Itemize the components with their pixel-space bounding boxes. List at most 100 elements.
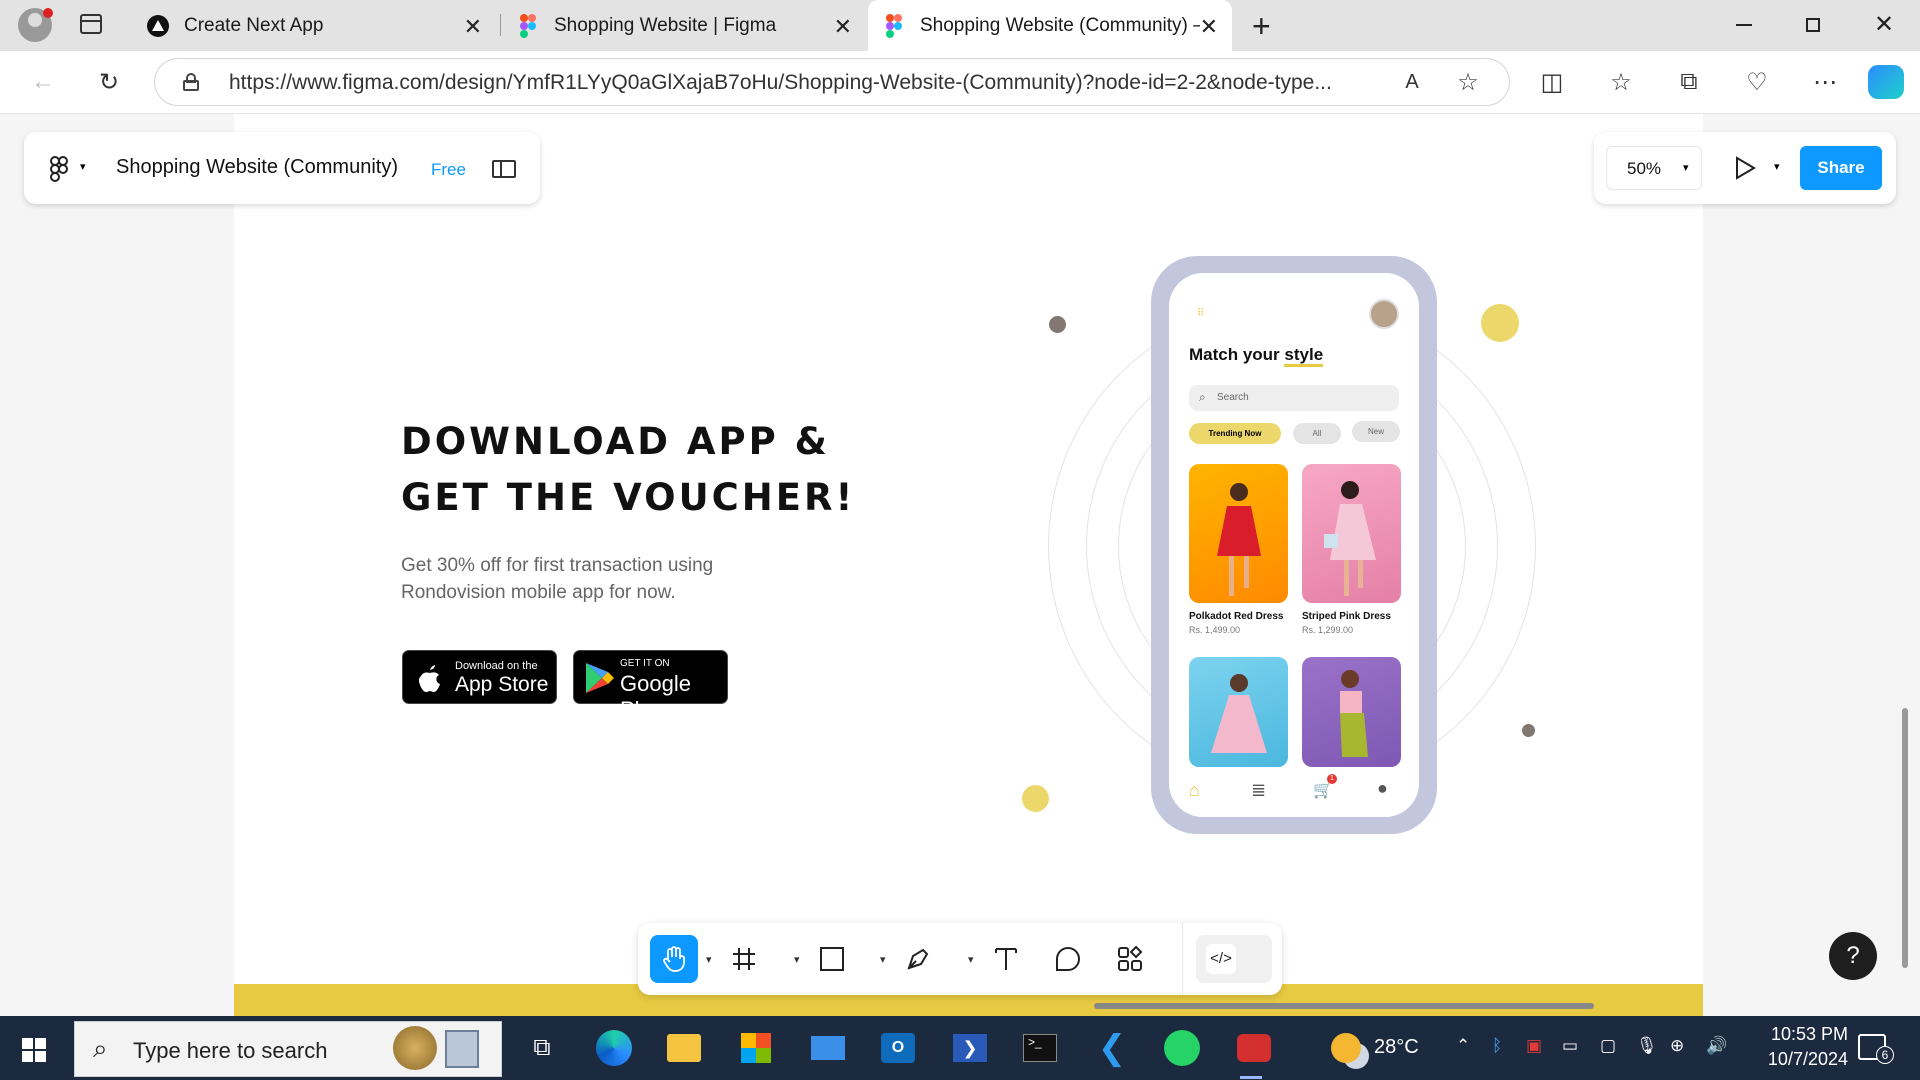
horizontal-scrollbar[interactable] (1094, 1003, 1594, 1009)
tab-title: Shopping Website | Figma (554, 14, 777, 36)
chevron-down-icon[interactable]: ▾ (794, 953, 800, 966)
notification-center-icon[interactable]: 6 (1858, 1034, 1894, 1064)
pen-tool-button[interactable] (894, 935, 942, 983)
figma-icon (516, 13, 540, 38)
product-image (1302, 464, 1401, 603)
battery-icon[interactable]: ▭ (1562, 1036, 1578, 1056)
dev-mode-toggle[interactable]: </> (1196, 935, 1272, 983)
frame-icon (733, 948, 755, 970)
pen-icon (907, 948, 929, 970)
comment-tool-button[interactable] (1044, 935, 1092, 983)
file-title[interactable]: Shopping Website (Community) (116, 156, 398, 179)
search-highlight-image (445, 1030, 479, 1068)
task-view-icon[interactable]: ⧉ (522, 1028, 562, 1068)
hand-icon (663, 946, 685, 972)
share-button[interactable]: Share (1800, 146, 1882, 190)
microphone-icon[interactable]: 🎙 (1636, 1036, 1658, 1056)
close-tab-icon[interactable]: ✕ (464, 14, 482, 40)
meet-now-icon[interactable]: ▢ (1600, 1036, 1616, 1056)
shape-tool-button[interactable] (808, 935, 856, 983)
heading-line-1: DOWNLOAD APP & (401, 420, 830, 463)
chevron-down-icon[interactable]: ▾ (880, 953, 886, 966)
file-explorer-icon[interactable] (664, 1028, 704, 1068)
bluetooth-icon[interactable]: ᛒ (1492, 1036, 1502, 1056)
text-tool-button[interactable] (982, 935, 1030, 983)
microsoft-store-icon[interactable] (736, 1028, 776, 1068)
collections-icon[interactable]: ⧉ (1672, 65, 1706, 99)
voucher-heading: DOWNLOAD APP & GET THE VOUCHER! (401, 414, 855, 526)
view-controls-panel: 50% ▾ ▾ Share (1594, 132, 1896, 204)
assets-tool-button[interactable] (1106, 935, 1154, 983)
chevron-down-icon[interactable]: ▾ (80, 160, 86, 173)
help-button[interactable]: ? (1829, 932, 1877, 980)
split-screen-icon[interactable]: ◫ (1535, 65, 1569, 99)
chevron-down-icon[interactable]: ▾ (1774, 160, 1780, 173)
screen-recorder-icon[interactable] (1234, 1028, 1274, 1068)
phone-search: ⌕ Search (1189, 385, 1399, 411)
google-play-icon (584, 661, 616, 700)
figma-toolbar: ▾ ▾ ▾ ▾ </> (638, 923, 1282, 995)
taskbar-search[interactable]: ⌕ Type here to search (74, 1021, 502, 1077)
apple-icon (415, 662, 445, 694)
lock-icon (183, 73, 199, 91)
favorites-icon[interactable]: ☆ (1604, 65, 1638, 99)
decor-dot (1522, 724, 1535, 737)
clock[interactable]: 10:53 PM 10/7/2024 (1748, 1024, 1848, 1070)
windows-start-icon[interactable] (22, 1038, 46, 1062)
refresh-icon[interactable]: ↻ (92, 65, 126, 99)
sidebar-toggle-icon[interactable] (492, 160, 516, 178)
file-header-panel: ▾ Shopping Website (Community) Free (24, 132, 540, 204)
terminal-icon[interactable]: >_ (1020, 1028, 1060, 1068)
weather-temp[interactable]: 28°C (1374, 1036, 1419, 1059)
appstore-small-text: Download on the (455, 660, 538, 672)
chevron-down-icon[interactable]: ▾ (706, 953, 712, 966)
chevron-down-icon[interactable]: ▾ (968, 953, 974, 966)
close-tab-icon[interactable]: ✕ (834, 14, 852, 40)
tab-figma-community[interactable]: Shopping Website (Community) – ✕ (868, 0, 1232, 51)
tab-create-next-app[interactable]: Create Next App ✕ (132, 0, 496, 51)
whatsapp-icon[interactable] (1162, 1028, 1202, 1068)
profile-avatar[interactable] (18, 8, 53, 42)
hand-tool-button[interactable] (650, 935, 698, 983)
minimize-icon[interactable] (1736, 24, 1752, 26)
code-icon: </> (1206, 944, 1236, 974)
read-aloud-icon[interactable]: A (1395, 65, 1429, 99)
zoom-select[interactable]: 50% ▾ (1606, 146, 1702, 190)
frame-tool-button[interactable] (720, 935, 768, 983)
present-play-icon[interactable] (1734, 156, 1756, 185)
copilot-icon[interactable] (1868, 65, 1904, 99)
vscode-icon[interactable]: ❮ (1092, 1028, 1132, 1068)
recording-icon[interactable]: ▣ (1526, 1036, 1542, 1056)
windows-taskbar: ⌕ Type here to search ⧉ O ❯ >_ ❮ 28°C ⌃ … (0, 1016, 1920, 1080)
powershell-icon[interactable]: ❯ (950, 1028, 990, 1068)
mail-icon[interactable] (808, 1028, 848, 1068)
vertical-scrollbar[interactable] (1902, 708, 1908, 968)
weather-icon[interactable] (1326, 1028, 1366, 1068)
close-tab-icon[interactable]: ✕ (1200, 14, 1218, 40)
outlook-icon[interactable]: O (878, 1028, 918, 1068)
back-icon[interactable]: ← (26, 65, 60, 99)
product-price: Rs. 1,299.00 (1302, 625, 1354, 635)
appstore-big-text: App Store (455, 673, 549, 696)
browser-essentials-icon[interactable]: ♡ (1740, 65, 1774, 99)
figma-canvas[interactable]: ▾ Shopping Website (Community) Free 50% … (0, 114, 1920, 1016)
decor-dot (1481, 304, 1519, 342)
restore-icon[interactable] (1806, 18, 1820, 32)
search-highlight-image (393, 1026, 437, 1070)
phone-bottom-nav: ⌂ ≣ 🛒 1 ● (1169, 768, 1419, 817)
figma-menu-icon[interactable] (50, 156, 68, 187)
tab-actions-icon[interactable] (80, 14, 102, 34)
tab-figma-shopping[interactable]: Shopping Website | Figma ✕ (502, 0, 866, 51)
nextjs-icon (146, 14, 170, 38)
network-icon[interactable]: ⊕ (1670, 1036, 1684, 1056)
new-tab-icon[interactable]: + (1252, 8, 1271, 45)
edge-icon[interactable] (594, 1028, 634, 1068)
filter-all: All (1293, 423, 1341, 444)
favorite-star-icon[interactable]: ☆ (1451, 65, 1485, 99)
close-window-icon[interactable]: ✕ (1874, 10, 1894, 39)
more-menu-icon[interactable]: ⋯ (1808, 65, 1842, 99)
url-field[interactable]: https://www.figma.com/design/YmfR1LYyQ0a… (154, 58, 1510, 106)
product-name: Polkadot Red Dress (1189, 611, 1284, 622)
volume-icon[interactable]: 🔊 (1706, 1036, 1727, 1056)
chevron-up-icon[interactable]: ⌃ (1456, 1036, 1470, 1056)
